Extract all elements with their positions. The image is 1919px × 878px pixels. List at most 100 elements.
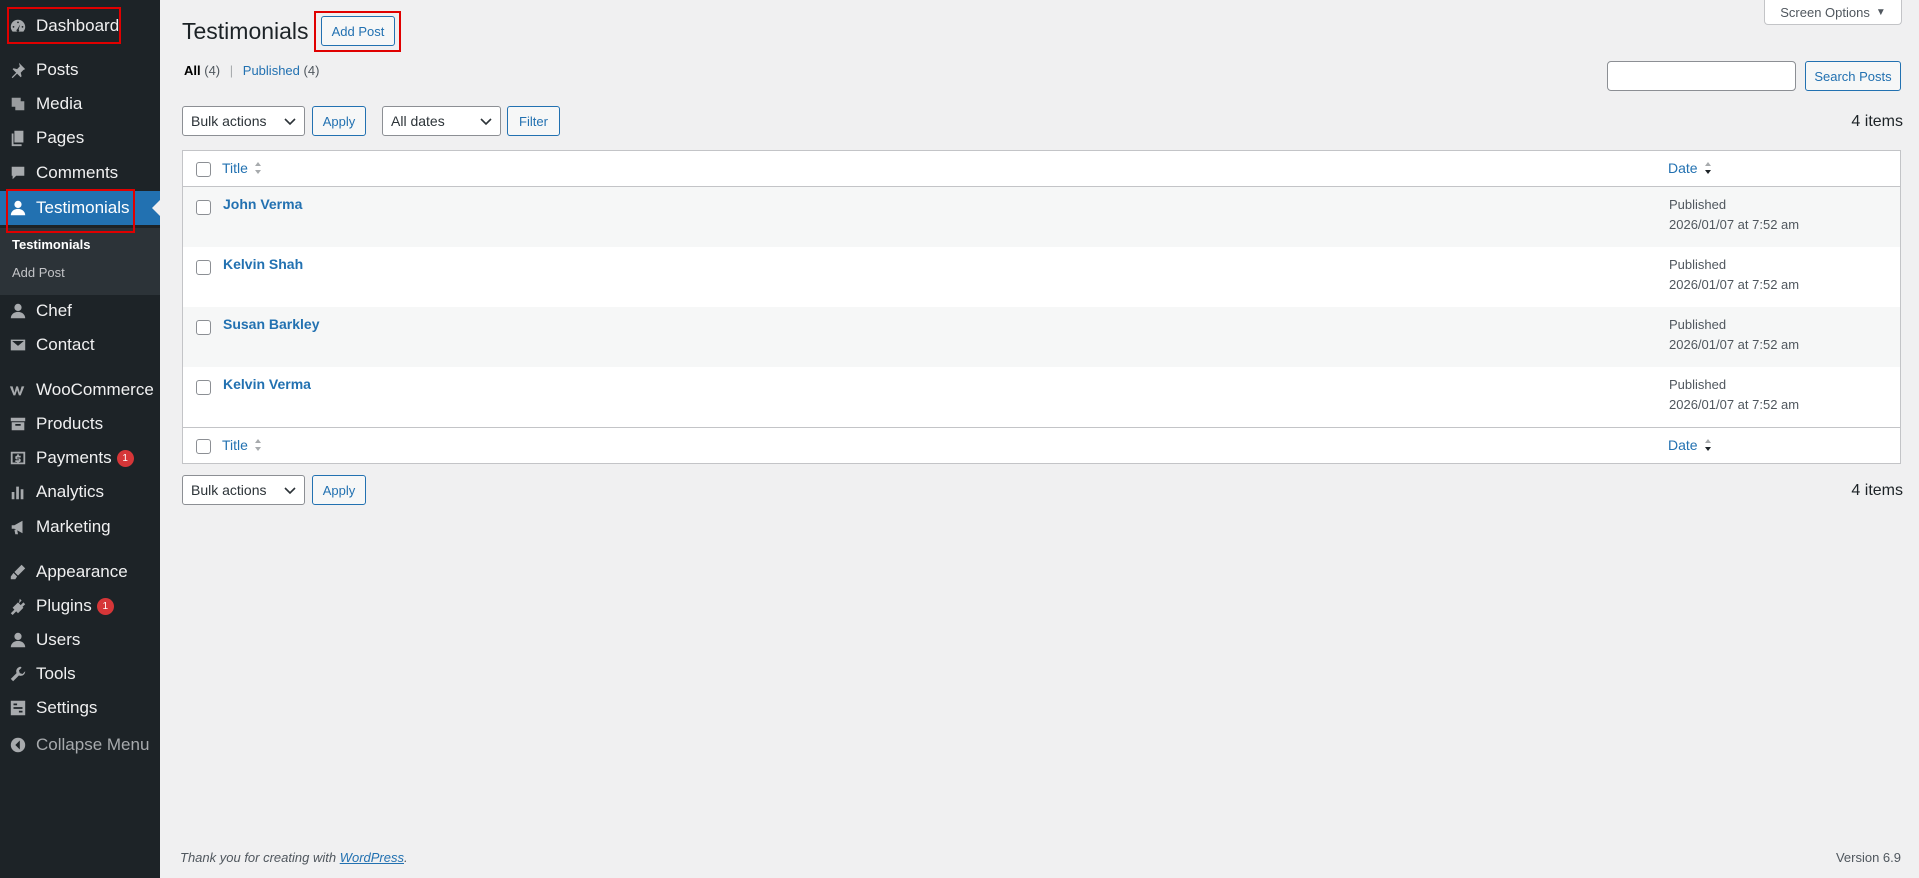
post-date: 2026/01/07 at 7:52 am: [1669, 337, 1800, 352]
sidebar-item-marketing[interactable]: Marketing: [0, 510, 160, 544]
column-date-label: Date: [1668, 160, 1698, 176]
footer-thanks-text: Thank you for creating with: [180, 850, 340, 865]
wordpress-link[interactable]: WordPress: [340, 850, 404, 865]
items-count: 4 items: [1851, 113, 1903, 130]
sidebar-item-woocommerce[interactable]: WooCommerce: [0, 373, 160, 407]
sidebar-item-label: Tools: [36, 664, 76, 683]
admin-sidebar: Dashboard Posts Media Pages Comments Tes…: [0, 0, 160, 878]
sidebar-item-label: Appearance: [36, 562, 128, 581]
post-title-link[interactable]: Kelvin Verma: [223, 376, 311, 392]
version-text: Version 6.9: [1835, 850, 1901, 865]
woo-icon: [9, 381, 27, 399]
wrench-icon: [9, 665, 27, 683]
filter-published-link[interactable]: Published: [243, 63, 300, 78]
sidebar-item-plugins[interactable]: Plugins 1: [0, 589, 160, 623]
sidebar-item-settings[interactable]: Settings: [0, 691, 160, 725]
post-status: Published: [1669, 317, 1727, 332]
chevron-down-icon: [284, 487, 296, 495]
sidebar-item-label: Contact: [36, 335, 95, 354]
screen-options-button[interactable]: Screen Options ▼: [1764, 0, 1902, 25]
footer-thanks: Thank you for creating with WordPress.: [180, 850, 408, 865]
add-post-button[interactable]: Add Post: [321, 16, 395, 46]
sidebar-item-tools[interactable]: Tools: [0, 657, 160, 691]
column-title-sort[interactable]: Title: [222, 160, 262, 176]
search-input[interactable]: [1607, 61, 1796, 91]
filter-published-count: (4): [303, 63, 320, 78]
filter-all-link[interactable]: All: [184, 63, 201, 78]
sidebar-item-analytics[interactable]: Analytics: [0, 475, 160, 509]
row-checkbox[interactable]: [196, 380, 211, 395]
brush-icon: [9, 563, 27, 581]
sidebar-item-appearance[interactable]: Appearance: [0, 555, 160, 589]
column-date-sort[interactable]: Date: [1668, 437, 1712, 453]
mail-icon: [9, 336, 27, 354]
sidebar-item-label: Marketing: [36, 517, 111, 536]
select-all-checkbox[interactable]: [196, 439, 211, 454]
post-title-link[interactable]: John Verma: [223, 196, 302, 212]
sort-desc-icon: [1704, 439, 1711, 451]
post-title-link[interactable]: Susan Barkley: [223, 316, 320, 332]
sidebar-item-dashboard[interactable]: Dashboard: [0, 9, 160, 43]
post-date: 2026/01/07 at 7:52 am: [1669, 277, 1800, 292]
table-footer: Title Date: [183, 427, 1900, 463]
sidebar-item-payments[interactable]: Payments 1: [0, 441, 160, 475]
sidebar-item-label: Products: [36, 414, 104, 433]
sidebar-item-pages[interactable]: Pages: [0, 121, 160, 155]
bulk-actions-select-bottom[interactable]: Bulk actions: [182, 475, 305, 505]
table-header: Title Date: [183, 151, 1900, 187]
sidebar-item-users[interactable]: Users: [0, 623, 160, 657]
chevron-down-icon: [480, 118, 492, 126]
plug-icon: [9, 597, 27, 615]
sidebar-item-contact[interactable]: Contact: [0, 328, 160, 362]
testimonials-submenu: Testimonials Add Post: [0, 228, 160, 295]
dates-value: All dates: [391, 113, 445, 129]
megaphone-icon: [9, 518, 27, 536]
chevron-down-icon: [284, 118, 296, 126]
sidebar-item-comments[interactable]: Comments: [0, 156, 160, 190]
pages-icon: [9, 129, 27, 147]
row-checkbox[interactable]: [196, 200, 211, 215]
sort-icon: [254, 162, 261, 174]
sidebar-item-posts[interactable]: Posts: [0, 53, 160, 87]
sidebar-item-testimonials[interactable]: Testimonials: [0, 191, 160, 225]
submenu-item-add-post[interactable]: Add Post: [12, 265, 65, 280]
sidebar-item-label: Settings: [36, 698, 98, 717]
filter-button[interactable]: Filter: [507, 106, 560, 136]
sidebar-item-label: Media: [36, 94, 83, 113]
table-row: Kelvin Verma Published 2026/01/07 at 7:5…: [183, 367, 1900, 427]
sidebar-item-label: WooCommerce: [36, 380, 154, 399]
sidebar-item-label: Users: [36, 630, 81, 649]
sidebar-item-chef[interactable]: Chef: [0, 294, 160, 328]
post-date: 2026/01/07 at 7:52 am: [1669, 397, 1800, 412]
row-checkbox[interactable]: [196, 260, 211, 275]
collapse-icon: [9, 736, 27, 754]
sidebar-item-media[interactable]: Media: [0, 87, 160, 121]
notification-badge: 1: [116, 449, 134, 467]
pin-icon: [9, 61, 27, 79]
bulk-actions-select[interactable]: Bulk actions: [182, 106, 305, 136]
user-icon: [9, 302, 27, 320]
apply-button-bottom[interactable]: Apply: [312, 475, 366, 505]
notification-badge: 1: [96, 597, 114, 615]
dates-select[interactable]: All dates: [382, 106, 501, 136]
collapse-menu-button[interactable]: Collapse Menu: [0, 728, 160, 762]
page-title: Testimonials: [182, 18, 309, 44]
select-all-checkbox[interactable]: [196, 162, 211, 177]
sidebar-item-label: Chef: [36, 301, 72, 320]
separator: |: [229, 63, 234, 78]
post-title-link[interactable]: Kelvin Shah: [223, 256, 303, 272]
column-date-sort[interactable]: Date: [1668, 160, 1712, 176]
post-status: Published: [1669, 197, 1727, 212]
search-posts-button[interactable]: Search Posts: [1805, 61, 1901, 91]
dollar-icon: [9, 449, 27, 467]
submenu-item-testimonials[interactable]: Testimonials: [12, 237, 91, 252]
row-checkbox[interactable]: [196, 320, 211, 335]
sidebar-item-label: Plugins: [36, 596, 92, 615]
apply-button[interactable]: Apply: [312, 106, 366, 136]
post-status: Published: [1669, 377, 1727, 392]
column-title-label: Title: [222, 437, 248, 453]
column-title-sort[interactable]: Title: [222, 437, 262, 453]
status-filter-links: All (4) | Published (4): [184, 63, 319, 78]
column-title-label: Title: [222, 160, 248, 176]
sidebar-item-products[interactable]: Products: [0, 407, 160, 441]
